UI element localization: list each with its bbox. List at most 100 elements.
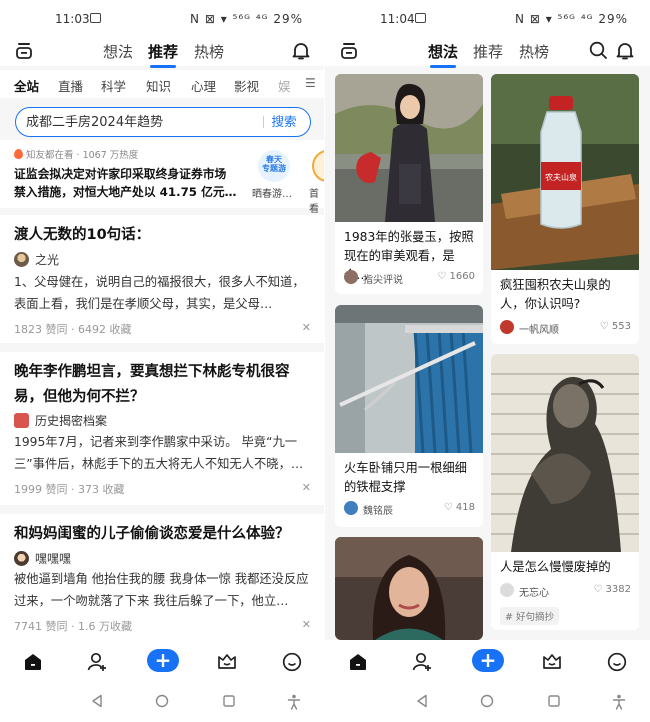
avatar[interactable] — [344, 501, 358, 515]
profile-icon[interactable] — [606, 651, 628, 673]
avatar[interactable] — [344, 270, 358, 284]
home-icon[interactable] — [22, 651, 44, 673]
dismiss-icon[interactable]: ✕ — [302, 481, 311, 494]
post-author[interactable]: 无忘心 — [519, 584, 549, 599]
card-excerpt[interactable]: 1995年7月，记者来到李作鹏家中采访。 毕竟“九一三”事件后，林彪手下的五大将… — [14, 431, 313, 475]
card-title[interactable]: 晚年李作鹏坦言，要真想拦下林彪专机很容易，但他为何不拦？ — [14, 360, 311, 410]
menu-icon[interactable] — [16, 42, 32, 59]
post-author[interactable]: 一帆风顺 — [519, 321, 559, 336]
card-author[interactable]: 历史揭密档案 — [14, 412, 107, 429]
tab-hot-list[interactable]: 热榜 — [194, 41, 224, 62]
hot-section[interactable]: 知友都在看 · 1067 万热度 证监会拟决定对许家印采取终身证券市场 禁入措施… — [0, 140, 325, 215]
avatar — [14, 551, 29, 566]
feed-card[interactable]: 和妈妈闺蜜的儿子偷偷谈恋爱是什么体验？ 嘿嘿嘿 被他逼到墙角 他抬住我的腰 我身… — [0, 514, 325, 640]
recents-icon[interactable] — [222, 694, 236, 708]
like-count[interactable]: ♡ 553 — [600, 321, 631, 332]
card-author[interactable]: 之光 — [14, 251, 59, 268]
follow-icon[interactable] — [86, 651, 108, 673]
like-count-value: 553 — [611, 321, 631, 332]
avatar[interactable] — [500, 583, 514, 597]
feed-card[interactable]: 晚年李作鹏坦言，要真想拦下林彪专机很容易，但他为何不拦？ 历史揭密档案 1995… — [0, 352, 325, 505]
home-icon[interactable] — [347, 651, 369, 673]
category-entertainment[interactable]: 娱 — [278, 76, 291, 95]
home-circle-icon[interactable] — [155, 694, 169, 708]
status-bar: 11:04 N ⊠ ▾ ⁵⁶ᴳ ⁴ᴳ 29% — [325, 0, 650, 38]
create-plus-button[interactable]: + — [147, 649, 179, 672]
search-bar[interactable]: 搜索 — [15, 107, 311, 137]
hot-headline-line2[interactable]: 禁入措施，对恒大地产处以 41.75 亿元… — [14, 183, 236, 200]
dismiss-icon[interactable]: ✕ — [302, 321, 311, 334]
back-icon[interactable] — [415, 694, 429, 708]
vip-crown-icon[interactable] — [216, 651, 238, 673]
like-count[interactable]: ♡ 418 — [444, 502, 475, 513]
category-live[interactable]: 直播 — [58, 76, 83, 95]
post-card[interactable]: 人是怎么慢慢废掉的 无忘心 ♡ 3382 # 好句摘抄 — [491, 354, 639, 630]
post-image-news-anchor[interactable] — [335, 537, 483, 640]
follow-icon[interactable] — [411, 651, 433, 673]
avatar — [14, 252, 29, 267]
post-card[interactable]: 火车卧铺只用一根细细的铁棍支撑 魏铭辰 ♡ 418 — [335, 305, 483, 527]
signal-icons: N ⊠ ▾ ⁵⁶ᴳ ⁴ᴳ — [190, 12, 269, 26]
heart-icon: ♡ — [593, 584, 606, 595]
category-film[interactable]: 影视 — [234, 76, 259, 95]
card-title[interactable]: 和妈妈闺蜜的儿子偷偷谈恋爱是什么体验？ — [14, 522, 311, 547]
bottle-label: 农夫山泉 — [545, 172, 577, 182]
status-icons: N ⊠ ▾ ⁵⁶ᴳ ⁴ᴳ 29% — [515, 12, 628, 26]
card-excerpt[interactable]: 被他逼到墙角 他抬住我的腰 我身体一惊 我都还没反应过来，一个吻就落了下来 我往… — [14, 568, 313, 612]
post-card[interactable]: 农夫山泉 疯狂囤积农夫山泉的人，你认识吗? 一帆风顺 ♡ 553 — [491, 74, 639, 344]
bottom-nav: + — [325, 640, 650, 682]
tab-hot-list[interactable]: 热榜 — [519, 41, 549, 62]
active-tab-underline — [430, 65, 457, 68]
spring-trip-thumbnail[interactable]: 春天 专题游 — [258, 150, 290, 182]
like-count[interactable]: ♡ 1660 — [437, 271, 475, 282]
tab-thoughts[interactable]: 想法 — [103, 41, 133, 62]
dismiss-icon[interactable]: ✕ — [302, 618, 311, 631]
post-title[interactable]: 火车卧铺只用一根细细的铁棍支撑 — [344, 459, 475, 497]
accessibility-icon[interactable] — [612, 694, 626, 710]
hot-meta: 知友都在看 · 1067 万热度 — [14, 147, 138, 161]
category-all[interactable]: 全站 — [14, 76, 39, 95]
home-circle-icon[interactable] — [480, 694, 494, 708]
search-input[interactable] — [26, 113, 246, 128]
menu-icon[interactable] — [341, 42, 357, 59]
post-footer: 一帆风顺 ♡ 553 — [500, 320, 631, 336]
spring-trip-thumb-text: 春天 专题游 — [262, 155, 286, 173]
bell-icon[interactable] — [292, 41, 310, 61]
post-author[interactable]: 指尖评说 — [363, 271, 403, 286]
flame-icon — [14, 149, 23, 159]
category-more-icon[interactable]: ☰ — [305, 76, 316, 90]
hot-headline-line1[interactable]: 证监会拟决定对许家印采取终身证券市场 — [14, 165, 226, 182]
recents-icon[interactable] — [547, 694, 561, 708]
category-science[interactable]: 科学 — [101, 76, 126, 95]
post-image-woman[interactable] — [335, 74, 483, 222]
post-card[interactable]: 1983年的张曼玉，按照现在的审美观看，是个… 指尖评说 ♡ 1660 — [335, 74, 483, 294]
card-title[interactable]: 渡人无数的10句话： — [14, 223, 311, 248]
post-image-water-bottle[interactable]: 农夫山泉 — [491, 74, 639, 270]
spring-trip-caption: 晒春游… — [252, 189, 292, 200]
post-title[interactable]: 人是怎么慢慢废掉的 — [500, 558, 631, 577]
like-count[interactable]: ♡ 3382 — [593, 584, 631, 595]
back-icon[interactable] — [90, 694, 104, 708]
create-plus-button[interactable]: + — [472, 649, 504, 672]
tab-recommend[interactable]: 推荐 — [148, 41, 178, 68]
bell-icon[interactable] — [616, 41, 634, 61]
feed-card[interactable]: 渡人无数的10句话： 之光 1、父母健在，说明自己的福报很大，很多人不知道，表面… — [0, 215, 325, 343]
topic-tag[interactable]: # 好句摘抄 — [500, 607, 559, 625]
post-image-train-berth[interactable] — [335, 305, 483, 453]
post-card[interactable] — [335, 537, 483, 640]
search-button[interactable]: 搜索 — [258, 108, 310, 135]
vip-crown-icon[interactable] — [541, 651, 563, 673]
search-icon[interactable] — [589, 41, 608, 60]
category-psychology[interactable]: 心理 — [191, 76, 216, 95]
tab-thoughts[interactable]: 想法 — [428, 41, 458, 68]
profile-icon[interactable] — [281, 651, 303, 673]
accessibility-icon[interactable] — [287, 694, 301, 710]
post-title[interactable]: 疯狂囤积农夫山泉的人，你认识吗? — [500, 276, 631, 314]
post-image-engraving[interactable] — [491, 354, 639, 552]
card-author[interactable]: 嘿嘿嘿 — [14, 550, 71, 567]
tab-recommend[interactable]: 推荐 — [473, 41, 503, 62]
category-knowledge[interactable]: 知识 — [146, 76, 171, 95]
card-excerpt[interactable]: 1、父母健在，说明自己的福报很大，很多人不知道，表面上看，我们是在孝顺父母，其实… — [14, 271, 313, 315]
post-author[interactable]: 魏铭辰 — [363, 502, 393, 517]
avatar[interactable] — [500, 320, 514, 334]
